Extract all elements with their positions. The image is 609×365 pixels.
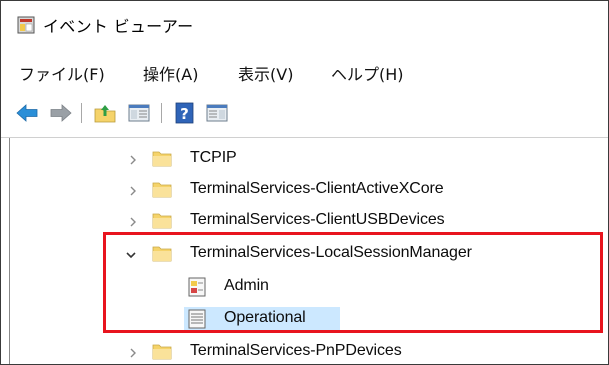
menu-help[interactable]: ヘルプ(H) (329, 61, 406, 85)
chevron-down-icon[interactable] (125, 249, 137, 261)
admin-log-icon (188, 277, 206, 297)
toolbar-separator (161, 103, 162, 123)
event-viewer-window: イベント ビューアー ファイル(F) 操作(A) 表示(V) ヘルプ(H) ? … (0, 0, 609, 365)
chevron-right-icon[interactable] (127, 216, 139, 228)
tree-item-label: TerminalServices-ClientUSBDevices (190, 211, 445, 228)
tree-item-admin[interactable]: Admin (1, 273, 608, 303)
tree-item-operational[interactable]: Operational (1, 305, 608, 335)
tree-item-label: Operational (224, 309, 306, 326)
menu-file[interactable]: ファイル(F) (17, 61, 107, 85)
chevron-right-icon[interactable] (127, 154, 139, 166)
help-icon[interactable]: ? (173, 102, 197, 124)
event-viewer-app-icon (17, 16, 35, 34)
forward-arrow-icon[interactable] (49, 102, 73, 124)
menu-action[interactable]: 操作(A) (141, 61, 200, 85)
back-arrow-icon[interactable] (15, 102, 39, 124)
title-bar: イベント ビューアー (1, 1, 608, 45)
show-hide-tree-icon[interactable] (127, 102, 151, 124)
chevron-right-icon[interactable] (127, 347, 139, 359)
tree-item-clientusbdevices[interactable]: TerminalServices-ClientUSBDevices (1, 207, 608, 237)
operational-log-icon (188, 309, 206, 329)
menu-bar: ファイル(F) 操作(A) 表示(V) ヘルプ(H) (1, 47, 608, 87)
window-title: イベント ビューアー (43, 17, 194, 36)
svg-text:?: ? (180, 105, 189, 123)
folder-icon (152, 182, 172, 198)
tree-item-label: TerminalServices-LocalSessionManager (190, 244, 472, 261)
up-folder-icon[interactable] (93, 102, 117, 124)
tree-item-label: TerminalServices-PnPDevices (190, 342, 402, 359)
tree-item-localsessionmanager[interactable]: TerminalServices-LocalSessionManager (1, 240, 608, 270)
toolbar: ? (1, 89, 608, 138)
tree-item-label: TerminalServices-ClientActiveXCore (190, 180, 444, 197)
chevron-right-icon[interactable] (127, 185, 139, 197)
menu-view[interactable]: 表示(V) (236, 61, 295, 85)
tree-item-tcpip[interactable]: TCPIP (1, 145, 608, 175)
tree-item-clientactivexcore[interactable]: TerminalServices-ClientActiveXCore (1, 176, 608, 206)
folder-icon (152, 151, 172, 167)
tree-item-label: TCPIP (190, 149, 237, 166)
tree-item-label: Admin (224, 277, 269, 294)
tree-item-pnpdevices[interactable]: TerminalServices-PnPDevices (1, 338, 608, 364)
folder-icon (152, 246, 172, 262)
folder-icon (152, 344, 172, 360)
folder-icon (152, 213, 172, 229)
toolbar-separator (81, 103, 82, 123)
show-hide-action-pane-icon[interactable] (205, 102, 229, 124)
